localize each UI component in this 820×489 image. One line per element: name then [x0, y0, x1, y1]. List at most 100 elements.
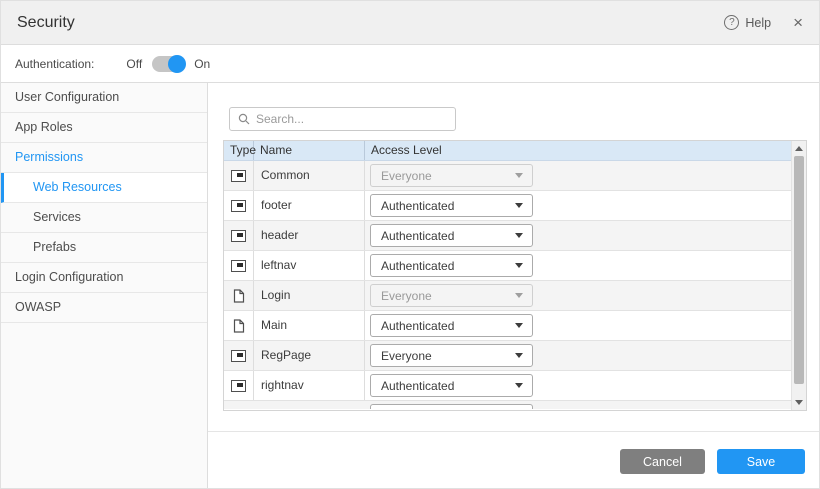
toggle-on-label: On — [194, 57, 210, 71]
access-level-dropdown[interactable]: Everyone — [370, 344, 533, 367]
access-level-value: Authenticated — [371, 259, 454, 273]
help-label: Help — [745, 16, 771, 30]
access-cell: Authenticated — [365, 251, 791, 280]
scrollbar-thumb[interactable] — [794, 156, 804, 384]
access-cell: Everyone — [365, 161, 791, 190]
sidebar-item-web-resources[interactable]: Web Resources — [1, 173, 207, 203]
security-window: Security ? Help × Authentication: Off On… — [0, 0, 820, 489]
chevron-down-icon — [515, 383, 523, 388]
resource-name: Main — [254, 311, 365, 340]
sidebar-item-permissions[interactable]: Permissions — [1, 143, 207, 173]
resource-name: Login — [254, 281, 365, 310]
page-title: Security — [17, 14, 75, 32]
sidebar-item-label: Login Configuration — [15, 270, 123, 284]
access-cell: Everyone — [365, 341, 791, 370]
partial-icon — [231, 230, 246, 242]
sidebar-item-label: Services — [33, 210, 81, 224]
sidebar-item-label: Permissions — [15, 150, 83, 164]
footer-buttons: Cancel Save — [620, 449, 805, 474]
type-cell — [224, 191, 254, 220]
partial-icon — [231, 380, 246, 392]
search-icon — [238, 113, 250, 125]
scroll-down-icon[interactable] — [795, 400, 803, 405]
access-level-value: Authenticated — [371, 229, 454, 243]
access-level-dropdown[interactable]: Authenticated — [370, 374, 533, 397]
sidebar-item-user-configuration[interactable]: User Configuration — [1, 83, 207, 113]
partial-icon — [231, 260, 246, 272]
scroll-up-icon[interactable] — [795, 146, 803, 151]
type-cell — [224, 311, 254, 340]
header-actions: ? Help × — [724, 14, 803, 31]
sidebar-item-app-roles[interactable]: App Roles — [1, 113, 207, 143]
type-cell — [224, 371, 254, 400]
partial-icon — [231, 200, 246, 212]
toggle-knob — [168, 55, 186, 73]
sidebar-item-prefabs[interactable]: Prefabs — [1, 233, 207, 263]
sidebar-item-label: App Roles — [15, 120, 73, 134]
table-row[interactable]: rightnav Authenticated — [224, 371, 791, 401]
help-button[interactable]: ? Help — [724, 15, 771, 30]
access-level-value: Authenticated — [371, 379, 454, 393]
access-level-dropdown: Everyone — [370, 284, 533, 307]
resource-name: rightnav — [254, 371, 365, 400]
footer-divider — [208, 431, 819, 432]
access-level-dropdown[interactable]: Authenticated — [370, 194, 533, 217]
table-row[interactable]: header Authenticated — [224, 221, 791, 251]
access-level-dropdown[interactable]: Authenticated — [370, 224, 533, 247]
chevron-down-icon — [515, 323, 523, 328]
table-row[interactable]: RegPage Everyone — [224, 341, 791, 371]
main-panel: Type Name Access Level Common Everyone — [208, 83, 819, 489]
chevron-down-icon — [515, 263, 523, 268]
access-cell: Authenticated — [365, 221, 791, 250]
content-area: User Configuration App Roles Permissions… — [1, 83, 819, 489]
type-cell — [224, 281, 254, 310]
authentication-label: Authentication: — [15, 57, 94, 71]
access-level-value: Everyone — [371, 169, 432, 183]
sidebar-item-label: OWASP — [15, 300, 61, 314]
search-input[interactable] — [256, 112, 447, 126]
type-cell — [224, 161, 254, 190]
sidebar-item-label: User Configuration — [15, 90, 119, 104]
access-level-value: Everyone — [371, 349, 432, 363]
cancel-button[interactable]: Cancel — [620, 449, 705, 474]
column-header-type: Type — [224, 141, 254, 160]
access-level-dropdown[interactable]: Authenticated — [370, 314, 533, 337]
sidebar-item-services[interactable]: Services — [1, 203, 207, 233]
type-cell — [224, 251, 254, 280]
vertical-scrollbar[interactable] — [791, 141, 806, 410]
chevron-down-icon — [515, 173, 523, 178]
table-header: Type Name Access Level — [224, 141, 791, 161]
type-cell — [224, 341, 254, 370]
table-row[interactable]: Main Authenticated — [224, 311, 791, 341]
partial-icon — [231, 350, 246, 362]
table-row[interactable]: Login Everyone — [224, 281, 791, 311]
type-cell — [224, 221, 254, 250]
chevron-down-icon — [515, 293, 523, 298]
access-level-value: Everyone — [371, 289, 432, 303]
authentication-toggle[interactable] — [152, 56, 184, 72]
resource-name: Common — [254, 161, 365, 190]
close-icon[interactable]: × — [793, 14, 803, 31]
access-level-dropdown[interactable]: Authenticated — [370, 254, 533, 277]
resource-name: RegPage — [254, 341, 365, 370]
access-level-value: Authenticated — [371, 319, 454, 333]
table-row[interactable]: leftnav Authenticated — [224, 251, 791, 281]
authentication-row: Authentication: Off On — [1, 45, 819, 83]
access-cell: Everyone — [365, 281, 791, 310]
resource-name: leftnav — [254, 251, 365, 280]
sidebar-item-login-configuration[interactable]: Login Configuration — [1, 263, 207, 293]
page-icon — [233, 319, 245, 333]
chevron-down-icon — [515, 233, 523, 238]
access-cell: Authenticated — [365, 371, 791, 400]
table-row[interactable]: footer Authenticated — [224, 191, 791, 221]
sidebar-item-owasp[interactable]: OWASP — [1, 293, 207, 323]
access-cell: Authenticated — [365, 311, 791, 340]
sidebar-item-label: Web Resources — [33, 180, 122, 194]
page-icon — [233, 289, 245, 303]
column-header-access-level: Access Level — [365, 141, 791, 160]
table-row[interactable]: Common Everyone — [224, 161, 791, 191]
save-button[interactable]: Save — [717, 449, 805, 474]
partial-icon — [231, 170, 246, 182]
help-icon: ? — [724, 15, 739, 30]
window-header: Security ? Help × — [1, 1, 819, 45]
